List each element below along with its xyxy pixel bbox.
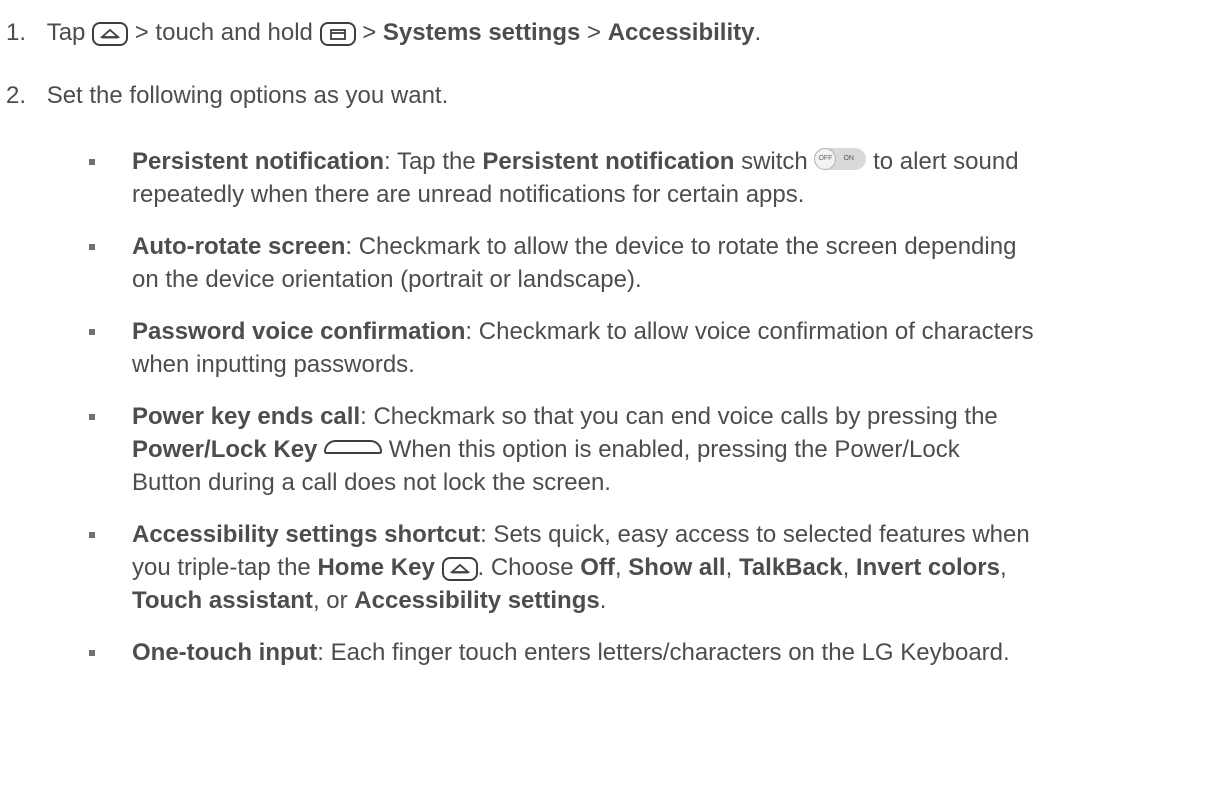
step-number: 1. — [6, 19, 27, 46]
option-persistent-notification: Persistent notification: Tap the Persist… — [132, 147, 1019, 175]
power-lock-key-icon — [324, 439, 383, 454]
step-number: 2. — [6, 82, 27, 109]
step-1: 1. Tap > touch and hold > Systems settin… — [6, 19, 762, 46]
step-2: 2. Set the following options as you want… — [6, 82, 449, 109]
option-power-key-line3: Button during a call does not lock the s… — [132, 469, 611, 496]
option-one-touch-input: One-touch input: Each finger touch enter… — [132, 639, 1010, 666]
option-accessibility-shortcut-line3: Touch assistant, or Accessibility settin… — [132, 587, 607, 614]
option-power-key: Power key ends call: Checkmark so that y… — [132, 403, 998, 430]
bullet — [89, 650, 95, 656]
recent-apps-key-icon — [319, 21, 356, 46]
off-on-switch-icon: OFF ON — [814, 147, 867, 170]
bullet — [89, 414, 95, 420]
option-auto-rotate-line2: on the device orientation (portrait or l… — [132, 266, 642, 293]
bullet — [89, 532, 95, 538]
home-key-icon — [92, 21, 129, 46]
option-accessibility-shortcut: Accessibility settings shortcut: Sets qu… — [132, 521, 1030, 548]
option-password-voice-line2: when inputting passwords. — [132, 351, 415, 378]
option-power-key-line2: Power/Lock Key When this option is enabl… — [132, 436, 960, 463]
bullet — [89, 244, 95, 250]
option-password-voice: Password voice confirmation: Checkmark t… — [132, 318, 1034, 345]
bullet — [89, 159, 95, 165]
option-accessibility-shortcut-line2: you triple-tap the Home Key . Choose Off… — [132, 554, 1007, 581]
option-persistent-notification-line2: repeatedly when there are unread notific… — [132, 181, 805, 208]
home-key-icon — [441, 556, 478, 581]
bullet — [89, 329, 95, 335]
option-auto-rotate: Auto-rotate screen: Checkmark to allow t… — [132, 233, 1017, 260]
